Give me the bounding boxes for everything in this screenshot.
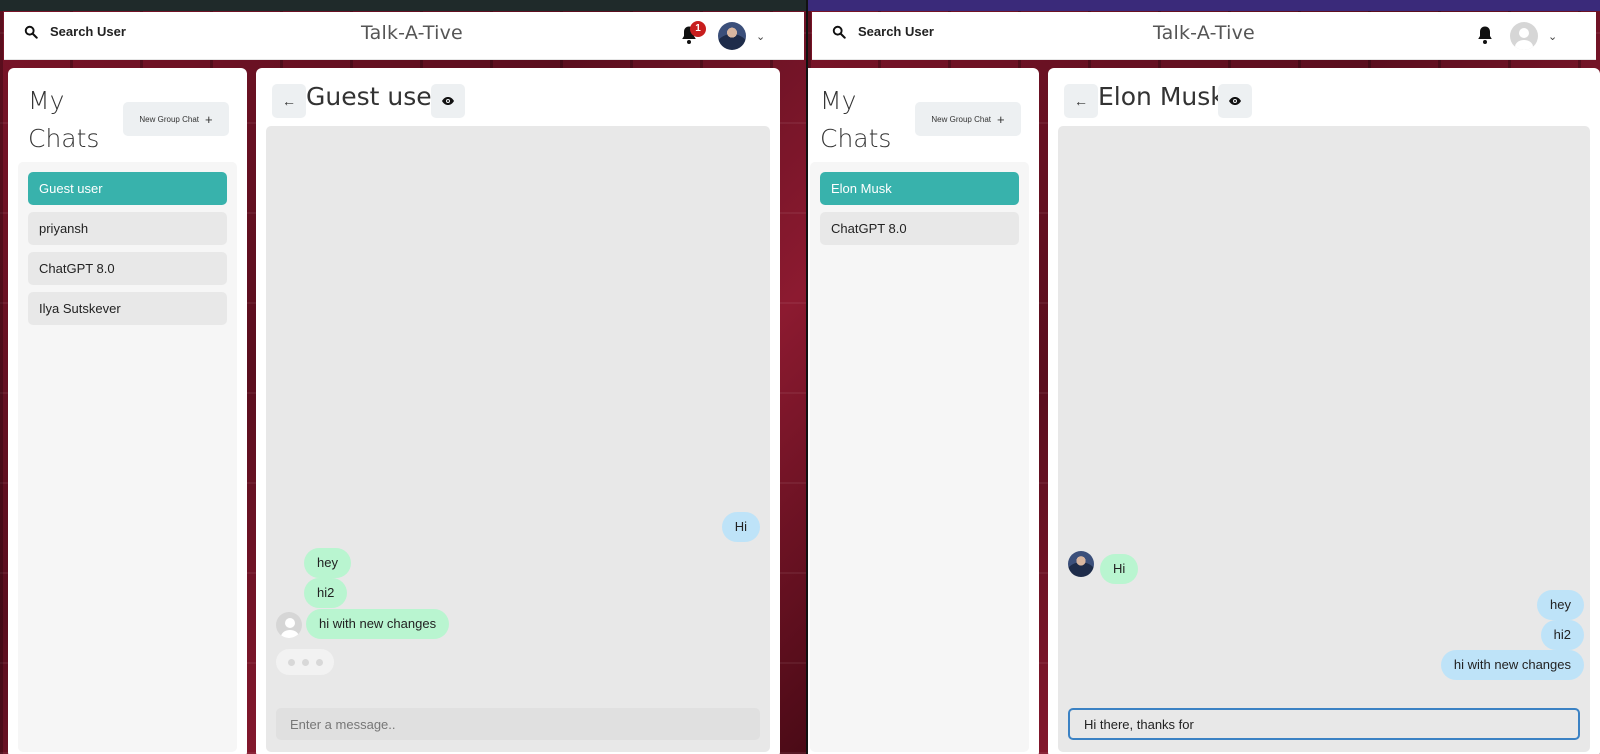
left-window: Search User Talk-A-Tive 1 ⌄ My Chats New…: [0, 0, 808, 754]
eye-icon: [1229, 97, 1241, 105]
message-incoming: hey: [304, 548, 351, 578]
chat-item-chatgpt[interactable]: ChatGPT 8.0: [820, 212, 1019, 245]
chat-window: ← Guest user Hi hey hi2 hi with new chan…: [256, 68, 780, 754]
search-icon: [832, 25, 846, 39]
profile-menu-button[interactable]: ⌄: [1510, 22, 1557, 50]
chat-title: Elon Musk: [1098, 82, 1225, 111]
new-group-chat-button[interactable]: New Group Chat +: [123, 102, 229, 136]
app-brand: Talk-A-Tive: [1153, 22, 1255, 44]
search-user-button[interactable]: Search User: [832, 24, 934, 39]
message-outgoing: Hi: [721, 512, 760, 542]
chat-item-guest-user[interactable]: Guest user: [28, 172, 227, 205]
my-chats-title: My Chats: [820, 86, 892, 153]
chat-item-ilya-sutskever[interactable]: Ilya Sutskever: [28, 292, 227, 325]
arrow-left-icon: ←: [1074, 93, 1088, 109]
my-chats-panel: My Chats New Group Chat + Guest user pri…: [8, 68, 247, 754]
chat-title: Guest user: [306, 82, 442, 111]
message-outgoing: hey: [1537, 590, 1584, 620]
message-area: Hi hey hi2 hi with new changes: [266, 126, 770, 752]
user-avatar: [718, 22, 746, 50]
message-outgoing: hi2: [1540, 620, 1584, 650]
app-header: Search User Talk-A-Tive 1 ⌄: [4, 12, 804, 60]
search-user-button[interactable]: Search User: [24, 24, 126, 39]
search-user-label: Search User: [50, 24, 126, 39]
back-button[interactable]: ←: [1064, 84, 1098, 118]
view-profile-button[interactable]: [431, 84, 465, 118]
plus-icon: +: [205, 111, 213, 127]
plus-icon: +: [997, 111, 1005, 127]
message-incoming: hi with new changes: [306, 609, 450, 639]
search-user-label: Search User: [858, 24, 934, 39]
typing-indicator: [276, 649, 334, 675]
chevron-down-icon: ⌄: [756, 30, 766, 43]
message-input[interactable]: [276, 708, 760, 740]
browser-top-strip: [0, 0, 808, 11]
chat-item-priyansh[interactable]: priyansh: [28, 212, 227, 245]
sender-avatar: [1068, 551, 1094, 577]
eye-icon: [442, 97, 454, 105]
profile-menu-button[interactable]: ⌄: [718, 22, 765, 50]
browser-top-strip: [808, 0, 1600, 11]
view-profile-button[interactable]: [1218, 84, 1252, 118]
message-input[interactable]: [1068, 708, 1580, 740]
message-incoming: Hi: [1100, 554, 1139, 584]
app-header: Search User Talk-A-Tive ⌄: [812, 12, 1596, 60]
new-group-chat-label: New Group Chat: [139, 114, 199, 124]
back-button[interactable]: ←: [272, 84, 306, 118]
my-chats-panel: My Chats New Group Chat + Elon Musk Chat…: [808, 68, 1039, 754]
chat-item-elon-musk[interactable]: Elon Musk: [820, 172, 1019, 205]
my-chats-title: My Chats: [28, 86, 100, 153]
user-avatar: [1510, 22, 1538, 50]
message-area: Hi hey hi2 hi with new changes: [1058, 126, 1590, 752]
chat-window: ← Elon Musk Hi hey hi2 hi with new chang…: [1048, 68, 1600, 754]
notification-badge: 1: [690, 21, 706, 37]
user-avatar-icon: [276, 612, 302, 638]
arrow-left-icon: ←: [282, 93, 296, 109]
chat-item-chatgpt[interactable]: ChatGPT 8.0: [28, 252, 227, 285]
search-icon: [24, 25, 38, 39]
chat-list: Guest user priyansh ChatGPT 8.0 Ilya Sut…: [18, 162, 237, 752]
message-outgoing: hi with new changes: [1440, 650, 1584, 680]
app-brand: Talk-A-Tive: [361, 22, 463, 44]
bell-icon[interactable]: [1476, 25, 1494, 45]
right-window: Search User Talk-A-Tive ⌄ My Chats New G…: [808, 0, 1600, 754]
chevron-down-icon: ⌄: [1548, 30, 1558, 43]
chat-list: Elon Musk ChatGPT 8.0: [810, 162, 1029, 752]
message-incoming: hi2: [304, 578, 348, 608]
new-group-chat-label: New Group Chat: [931, 114, 991, 124]
new-group-chat-button[interactable]: New Group Chat +: [915, 102, 1021, 136]
